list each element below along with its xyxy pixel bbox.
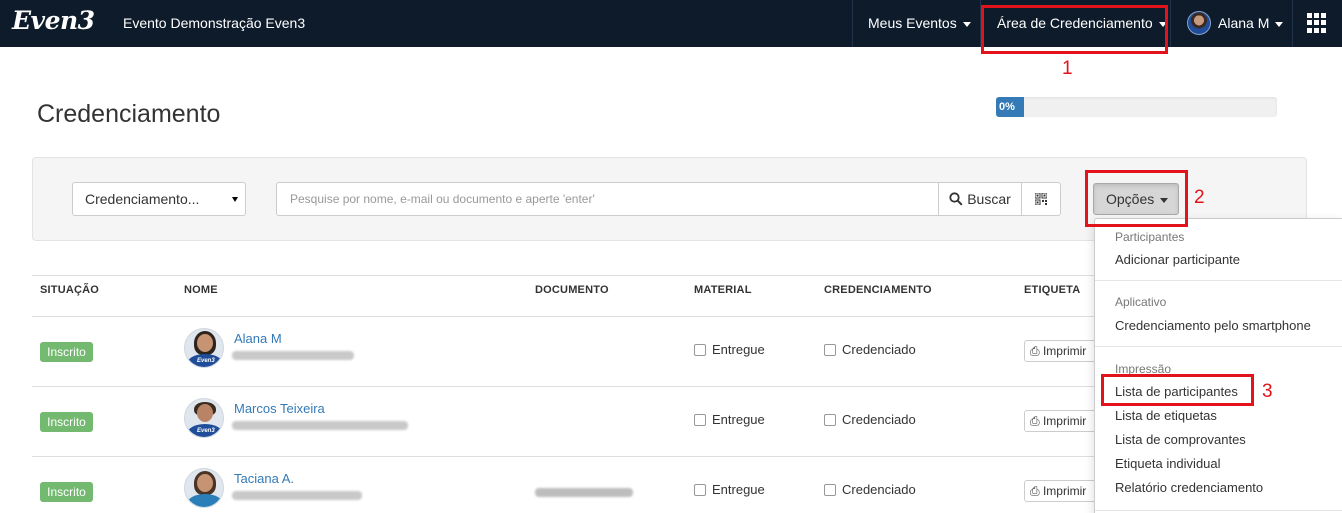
column-header-credenciamento[interactable]: CREDENCIAMENTO — [824, 284, 932, 296]
user-menu[interactable]: Alana M — [1218, 15, 1284, 31]
menu-item-lista-etiquetas[interactable]: Lista de etiquetas — [1115, 408, 1217, 423]
annotation-number-3: 3 — [1262, 381, 1273, 402]
search-icon — [949, 192, 963, 206]
material-checkbox[interactable] — [694, 414, 706, 426]
menu-item-adicionar-participante[interactable]: Adicionar participante — [1115, 252, 1240, 267]
status-badge: Inscrito — [40, 342, 93, 362]
annotation-number-2: 2 — [1194, 187, 1205, 208]
table-header-border — [32, 316, 1112, 317]
select-arrow-icon — [232, 197, 238, 202]
avatar: Even3 — [184, 328, 224, 368]
annotation-number-1: 1 — [1062, 58, 1073, 79]
credenciado-label: Credenciado — [842, 342, 916, 357]
credenciado-label: Credenciado — [842, 412, 916, 427]
apps-grid-icon[interactable] — [1307, 13, 1327, 33]
menu-item-credenciamento-smartphone[interactable]: Credenciamento pelo smartphone — [1115, 318, 1311, 333]
user-name: Alana M — [1218, 15, 1270, 31]
column-header-etiqueta[interactable]: ETIQUETA — [1024, 284, 1080, 296]
material-label: Entregue — [712, 342, 765, 357]
participant-name-link[interactable]: Taciana A. — [234, 471, 294, 486]
credenciado-checkbox[interactable] — [824, 344, 836, 356]
event-name[interactable]: Evento Demonstração Even3 — [123, 15, 305, 31]
avatar — [184, 468, 224, 508]
nav-divider — [1170, 0, 1171, 47]
progress-label: 0% — [996, 97, 1024, 117]
highlight-box-1 — [981, 5, 1168, 54]
options-dropdown-menu: Participantes Adicionar participante Apl… — [1094, 218, 1342, 513]
search-input[interactable] — [276, 182, 939, 216]
dropdown-divider — [1095, 346, 1342, 347]
dropdown-header-aplicativo: Aplicativo — [1115, 295, 1167, 309]
dropdown-divider — [1095, 510, 1342, 511]
status-badge: Inscrito — [40, 482, 93, 502]
participant-name-link[interactable]: Marcos Teixeira — [234, 401, 325, 416]
participant-email-redacted — [232, 351, 354, 360]
credenciamento-select[interactable]: Credenciamento... — [72, 182, 246, 216]
status-badge: Inscrito — [40, 412, 93, 432]
print-button-label: Imprimir — [1042, 344, 1087, 358]
participant-document-redacted — [535, 488, 633, 497]
printer-icon: ⎙ — [1030, 484, 1040, 498]
credenciado-checkbox[interactable] — [824, 414, 836, 426]
material-label: Entregue — [712, 412, 765, 427]
search-button[interactable]: Buscar — [938, 182, 1022, 216]
column-header-documento[interactable]: DOCUMENTO — [535, 284, 609, 296]
row-divider — [32, 386, 1112, 387]
caret-down-icon — [1275, 21, 1284, 27]
printer-icon: ⎙ — [1030, 344, 1040, 358]
qrcode-icon — [1035, 193, 1047, 205]
column-header-situacao[interactable]: SITUAÇÃO — [40, 284, 99, 296]
material-label: Entregue — [712, 482, 765, 497]
even3-logo[interactable]: Even3 — [12, 6, 95, 35]
participant-email-redacted — [232, 491, 362, 500]
select-value: Credenciamento... — [85, 191, 200, 207]
highlight-box-2 — [1085, 170, 1188, 227]
participant-email-redacted — [232, 421, 408, 430]
qrcode-scan-button[interactable] — [1021, 182, 1061, 216]
highlight-box-3 — [1101, 374, 1254, 406]
menu-item-relatorio-credenciamento[interactable]: Relatório credenciamento — [1115, 480, 1263, 495]
menu-meus-eventos[interactable]: Meus Eventos — [868, 15, 971, 31]
table-top-border — [32, 275, 1112, 276]
credenciado-checkbox[interactable] — [824, 484, 836, 496]
search-button-label: Buscar — [967, 191, 1011, 207]
credenciado-label: Credenciado — [842, 482, 916, 497]
material-checkbox[interactable] — [694, 344, 706, 356]
progress-bar: 0% — [996, 97, 1277, 117]
participant-name-link[interactable]: Alana M — [234, 331, 282, 346]
nav-divider — [852, 0, 853, 47]
print-button-label: Imprimir — [1042, 414, 1087, 428]
print-button-label: Imprimir — [1042, 484, 1087, 498]
avatar: Even3 — [184, 398, 224, 438]
menu-item-etiqueta-individual[interactable]: Etiqueta individual — [1115, 456, 1221, 471]
user-avatar[interactable] — [1187, 11, 1211, 35]
caret-down-icon — [962, 21, 971, 27]
row-divider — [32, 456, 1112, 457]
dropdown-header-participantes: Participantes — [1115, 230, 1185, 244]
menu-meus-eventos-label: Meus Eventos — [868, 15, 957, 31]
column-header-material[interactable]: MATERIAL — [694, 284, 752, 296]
page-title: Credenciamento — [37, 100, 221, 128]
dropdown-divider — [1095, 280, 1342, 281]
printer-icon: ⎙ — [1030, 414, 1040, 428]
material-checkbox[interactable] — [694, 484, 706, 496]
column-header-nome[interactable]: NOME — [184, 284, 218, 296]
nav-divider — [1292, 0, 1293, 47]
menu-item-lista-comprovantes[interactable]: Lista de comprovantes — [1115, 432, 1246, 447]
